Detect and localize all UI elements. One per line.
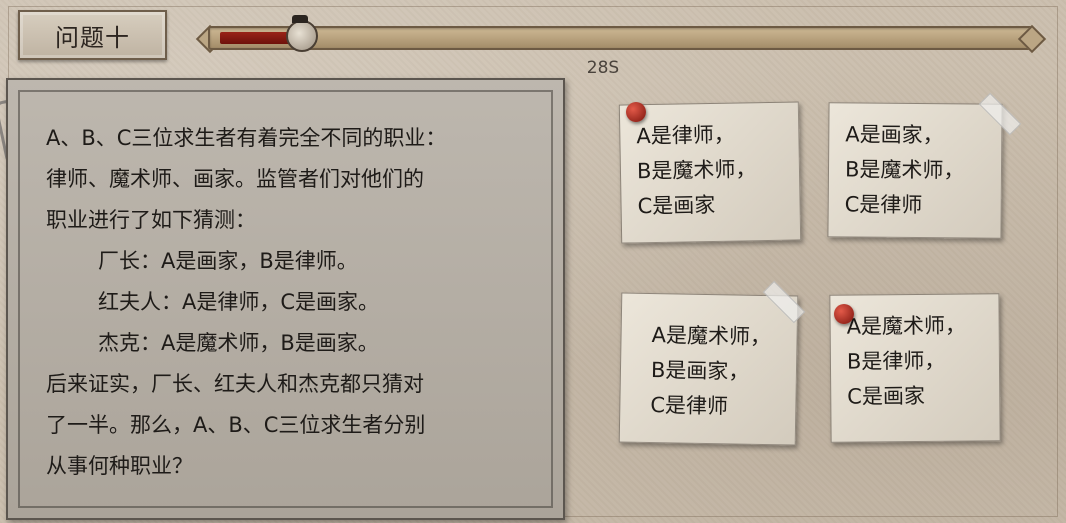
timer-bar-fill <box>220 32 292 44</box>
timer-marker-icon <box>286 15 318 52</box>
answer-line: A是魔术师， <box>651 323 772 350</box>
answer-line: A是律师， <box>636 122 735 149</box>
answer-option-b[interactable]: A是画家， B是魔术师， C是律师 <box>827 102 1003 239</box>
question-line: 杰克：A是魔术师，B是画家。 <box>98 331 379 355</box>
question-line: 了一半。那么，A、B、C三位求生者分别 <box>46 413 426 437</box>
answer-option-c[interactable]: A是魔术师， B是画家， C是律师 <box>618 292 799 446</box>
answer-line: B是魔术师， <box>636 157 757 184</box>
answer-line: C是画家 <box>847 383 926 409</box>
answer-line: C是律师 <box>844 192 923 218</box>
question-title-tab: 问题十 <box>18 10 167 60</box>
question-line: 从事何种职业？ <box>46 454 193 478</box>
answer-line: B是画家， <box>650 357 750 384</box>
question-line: 红夫人：A是律师，C是画家。 <box>98 290 380 314</box>
answer-line: C是律师 <box>650 392 729 419</box>
question-line: 后来证实，厂长、红夫人和杰克都只猜对 <box>46 372 424 396</box>
answer-option-a[interactable]: A是律师， B是魔术师， C是画家 <box>618 101 802 244</box>
question-line: 职业进行了如下猜测： <box>46 208 256 232</box>
question-line: 律师、魔术师、画家。监管者们对他们的 <box>46 167 424 191</box>
question-text: A、B、C三位求生者有着完全不同的职业： 律师、魔术师、画家。监管者们对他们的 … <box>46 118 546 487</box>
pushpin-icon <box>626 102 646 122</box>
question-title: 问题十 <box>55 23 130 52</box>
question-line: 厂长：A是画家，B是律师。 <box>98 249 358 273</box>
answer-line: A是魔术师， <box>846 313 967 339</box>
question-line: A、B、C三位求生者有着完全不同的职业： <box>46 126 447 150</box>
pushpin-icon <box>834 304 854 324</box>
answer-line: B是魔术师， <box>844 157 965 183</box>
answer-line: C是画家 <box>637 192 716 219</box>
answer-option-d[interactable]: A是魔术师， B是律师， C是画家 <box>829 293 1001 443</box>
timer-bar <box>208 26 1034 50</box>
answer-line: A是画家， <box>845 122 944 148</box>
timer-seconds: 28S <box>586 58 620 78</box>
answer-line: B是律师， <box>846 348 946 374</box>
